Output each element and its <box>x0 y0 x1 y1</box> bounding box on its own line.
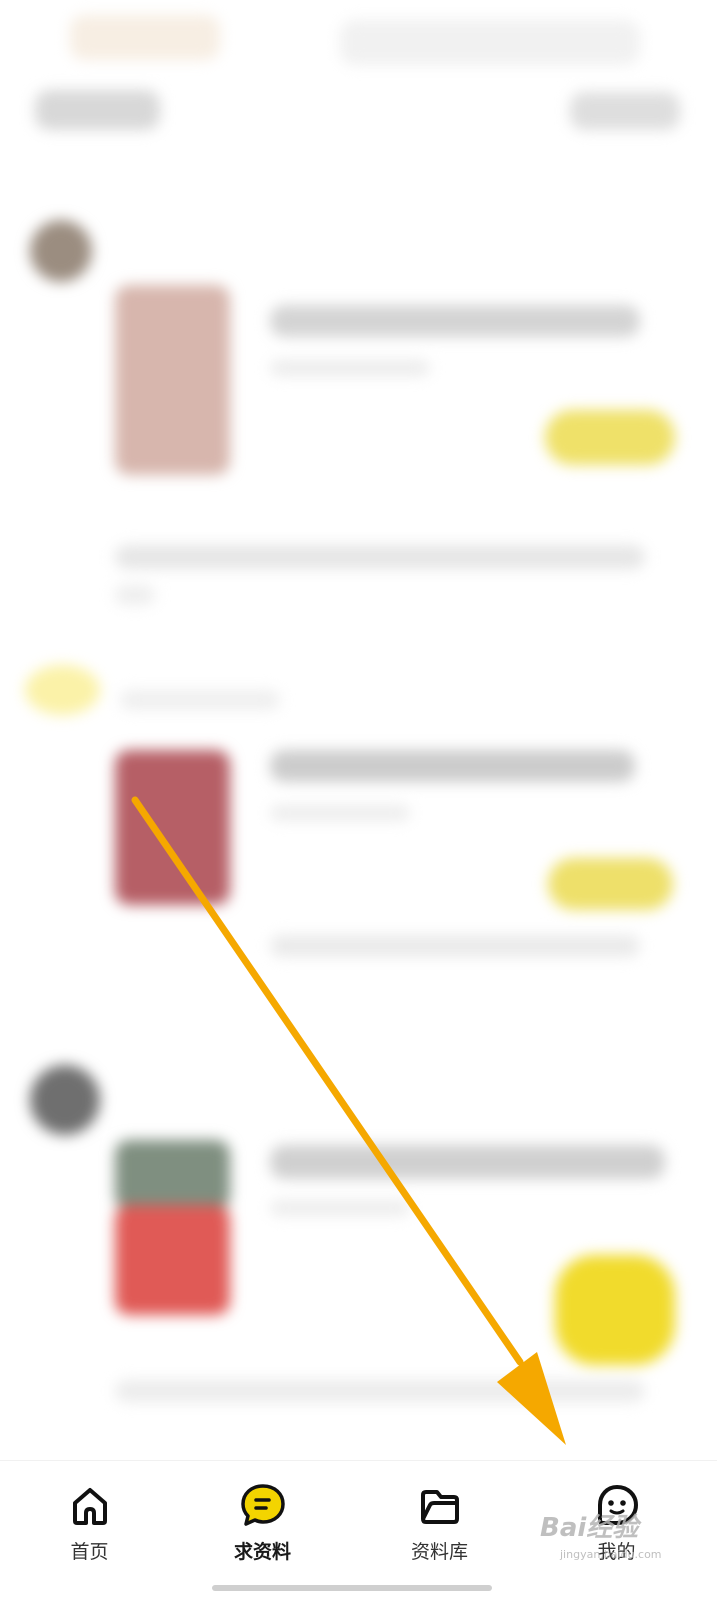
card1-thumb <box>115 285 230 475</box>
card3-button-blob <box>555 1255 675 1365</box>
card3-thumb-top <box>115 1140 230 1210</box>
tab-request-materials-label: 求资料 <box>233 1541 291 1563</box>
header-blob-left <box>70 15 220 60</box>
tab-library-label: 资料库 <box>410 1541 468 1563</box>
chat-bubble-icon <box>240 1484 285 1526</box>
card2-avatar <box>25 665 100 715</box>
card2-name-blob <box>120 690 280 710</box>
section-action-blob <box>570 92 680 130</box>
card1-button-blob <box>545 410 675 465</box>
card1-title-blob <box>270 305 640 337</box>
baidu-jingyan-watermark: Bai经验 <box>540 1513 639 1543</box>
card1-desc-blob2 <box>115 585 155 605</box>
card1-sub-blob <box>270 360 430 376</box>
card2-sub-blob <box>270 805 410 821</box>
blurred-feed <box>0 0 717 1460</box>
home-indicator <box>212 1585 492 1591</box>
card2-thumb <box>115 750 230 905</box>
baidu-jingyan-watermark-sub: jingyan.baidu.com <box>560 1548 662 1561</box>
home-icon <box>72 1488 107 1525</box>
card3-title-blob <box>270 1145 665 1179</box>
tab-library[interactable]: 资料库 <box>350 1461 529 1571</box>
card3-desc-blob <box>115 1380 645 1402</box>
tab-home-label: 首页 <box>70 1541 109 1563</box>
card1-desc-blob <box>115 545 645 569</box>
card1-avatar <box>30 220 92 282</box>
tab-request-materials[interactable]: 求资料 <box>173 1461 352 1571</box>
tab-home[interactable]: 首页 <box>0 1461 179 1571</box>
card2-title-blob <box>270 750 635 782</box>
section-title-blob <box>35 90 160 130</box>
card3-avatar <box>30 1065 100 1135</box>
card2-desc-blob <box>270 935 640 957</box>
card3-sub-blob <box>270 1200 410 1216</box>
folder-icon <box>420 1490 459 1524</box>
header-blob-right <box>340 20 640 65</box>
card2-button-blob <box>548 858 673 910</box>
card3-thumb <box>115 1205 230 1315</box>
